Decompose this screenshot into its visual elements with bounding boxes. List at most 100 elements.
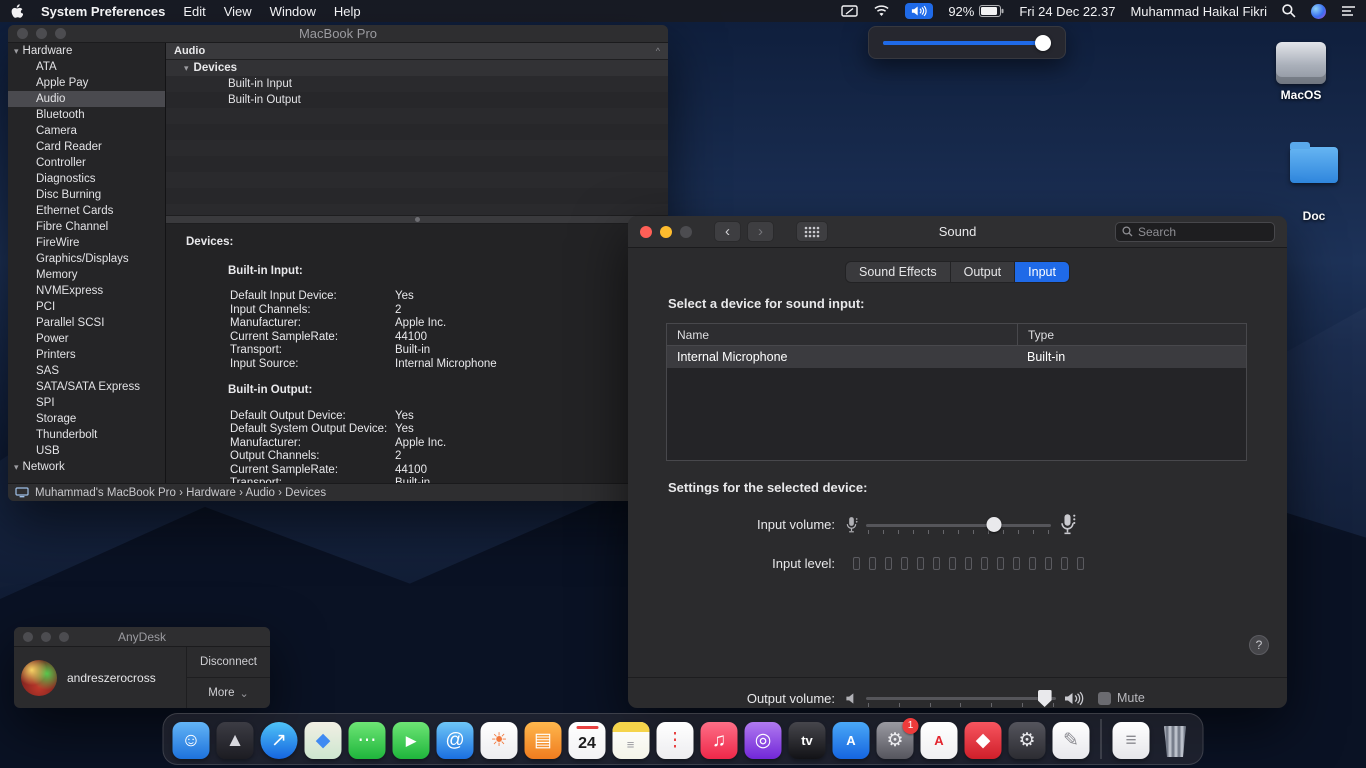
minimize-button[interactable] bbox=[36, 28, 47, 39]
menu-view[interactable]: View bbox=[224, 4, 252, 19]
sidebar-item-bluetooth[interactable]: Bluetooth bbox=[8, 107, 165, 123]
disconnect-button[interactable]: Disconnect bbox=[187, 647, 270, 678]
desktop-icon-macos-disk[interactable]: MacOS bbox=[1270, 42, 1332, 102]
minimize-button[interactable] bbox=[41, 632, 51, 642]
dock-document[interactable]: ≡ bbox=[1113, 722, 1150, 759]
dock-safari[interactable]: ↗ bbox=[261, 722, 298, 759]
dock-podcasts[interactable]: ◎ bbox=[745, 722, 782, 759]
apple-menu[interactable] bbox=[10, 4, 23, 19]
slider-knob[interactable] bbox=[1035, 35, 1051, 51]
desktop-icon-doc-folder[interactable]: Doc bbox=[1288, 147, 1340, 223]
sidebar-item-disc-burning[interactable]: Disc Burning bbox=[8, 187, 165, 203]
minimize-button[interactable] bbox=[660, 226, 672, 238]
sidebar-item-printers[interactable]: Printers bbox=[8, 347, 165, 363]
dock-maps[interactable]: ◆ bbox=[305, 722, 342, 759]
dock-facetime[interactable]: ▶ bbox=[393, 722, 430, 759]
output-volume-slider[interactable] bbox=[866, 689, 1056, 707]
dock-launchpad[interactable]: ▲ bbox=[217, 722, 254, 759]
dock-finder[interactable]: ☺ bbox=[173, 722, 210, 759]
menu-help[interactable]: Help bbox=[334, 4, 361, 19]
dock-textedit[interactable]: ✎ bbox=[1053, 722, 1090, 759]
dock-notes[interactable]: ≡ bbox=[613, 722, 650, 759]
sound-titlebar[interactable]: ‹ › Sound Search bbox=[628, 216, 1287, 248]
back-button[interactable]: ‹ bbox=[714, 221, 741, 242]
screen-sharing-menu-extra[interactable] bbox=[841, 5, 858, 18]
scroll-up-icon[interactable]: ^ bbox=[656, 46, 660, 56]
dock-photos[interactable]: ☀ bbox=[481, 722, 518, 759]
sidebar-item-apple-pay[interactable]: Apple Pay bbox=[8, 75, 165, 91]
sidebar-item-thunderbolt[interactable]: Thunderbolt bbox=[8, 427, 165, 443]
tab-input[interactable]: Input bbox=[1015, 262, 1069, 282]
zoom-button[interactable] bbox=[680, 226, 692, 238]
user-menu-extra[interactable]: Muhammad Haikal Fikri bbox=[1130, 4, 1267, 19]
zoom-button[interactable] bbox=[59, 632, 69, 642]
dock-red-app[interactable]: ◆ bbox=[965, 722, 1002, 759]
notification-center-menu-extra[interactable] bbox=[1341, 5, 1356, 17]
sidebar-item-fibre-channel[interactable]: Fibre Channel bbox=[8, 219, 165, 235]
battery-menu-extra[interactable]: 92% bbox=[948, 4, 1004, 19]
help-button[interactable]: ? bbox=[1249, 635, 1269, 655]
dock-mail[interactable]: @ bbox=[437, 722, 474, 759]
sidebar-item-graphics-displays[interactable]: Graphics/Displays bbox=[8, 251, 165, 267]
sidebar-item-ata[interactable]: ATA bbox=[8, 59, 165, 75]
search-field[interactable]: Search bbox=[1115, 222, 1275, 242]
sidebar-item-audio[interactable]: Audio bbox=[8, 91, 165, 107]
sidebar-group-network[interactable]: Network bbox=[8, 459, 165, 475]
volume-menu-extra[interactable] bbox=[905, 3, 933, 19]
sidebar-item-diagnostics[interactable]: Diagnostics bbox=[8, 171, 165, 187]
zoom-button[interactable] bbox=[55, 28, 66, 39]
anydesk-titlebar[interactable]: AnyDesk bbox=[14, 627, 270, 647]
sidebar-item-usb[interactable]: USB bbox=[8, 443, 165, 459]
table-row-internal-microphone[interactable]: Internal MicrophoneBuilt-in bbox=[667, 346, 1246, 368]
sidebar-item-ethernet-cards[interactable]: Ethernet Cards bbox=[8, 203, 165, 219]
sidebar-item-pci[interactable]: PCI bbox=[8, 299, 165, 315]
volume-hud-slider[interactable] bbox=[883, 35, 1051, 51]
sidebar-item-power[interactable]: Power bbox=[8, 331, 165, 347]
close-button[interactable] bbox=[640, 226, 652, 238]
dock-anydesk[interactable]: A bbox=[921, 722, 958, 759]
close-button[interactable] bbox=[23, 632, 33, 642]
dock-trash[interactable] bbox=[1157, 722, 1194, 759]
table-header[interactable]: Name Type bbox=[667, 324, 1246, 346]
slider-knob[interactable] bbox=[986, 517, 1001, 532]
sidebar-item-nvmexpress[interactable]: NVMExpress bbox=[8, 283, 165, 299]
sidebar-group-hardware[interactable]: Hardware bbox=[8, 43, 165, 59]
sidebar-item-parallel-scsi[interactable]: Parallel SCSI bbox=[8, 315, 165, 331]
siri-menu-extra[interactable] bbox=[1311, 4, 1326, 19]
wifi-menu-extra[interactable] bbox=[873, 5, 890, 17]
close-button[interactable] bbox=[17, 28, 28, 39]
sysinfo-titlebar[interactable]: MacBook Pro bbox=[8, 25, 668, 43]
dock-app-store[interactable]: A bbox=[833, 722, 870, 759]
spotlight-menu-extra[interactable] bbox=[1282, 4, 1296, 18]
sidebar-item-controller[interactable]: Controller bbox=[8, 155, 165, 171]
dock-tv[interactable]: tv bbox=[789, 722, 826, 759]
dock-messages[interactable]: ⋯ bbox=[349, 722, 386, 759]
dock-reminders[interactable]: ⋮ bbox=[657, 722, 694, 759]
input-volume-slider[interactable] bbox=[866, 516, 1051, 534]
sidebar-item-sas[interactable]: SAS bbox=[8, 363, 165, 379]
sidebar-item-card-reader[interactable]: Card Reader bbox=[8, 139, 165, 155]
tree-column-header[interactable]: Audio ^ bbox=[166, 43, 668, 60]
dock-books[interactable]: ▤ bbox=[525, 722, 562, 759]
sidebar-item-firewire[interactable]: FireWire bbox=[8, 235, 165, 251]
active-app-menu[interactable]: System Preferences bbox=[41, 4, 165, 19]
dock-calendar[interactable]: 24 bbox=[569, 722, 606, 759]
sidebar-item-memory[interactable]: Memory bbox=[8, 267, 165, 283]
tab-output[interactable]: Output bbox=[951, 262, 1016, 282]
mute-checkbox[interactable] bbox=[1098, 692, 1111, 705]
menu-window[interactable]: Window bbox=[270, 4, 316, 19]
tab-sound-effects[interactable]: Sound Effects bbox=[846, 262, 951, 282]
tree-row-built-in-output[interactable]: Built-in Output bbox=[166, 92, 668, 108]
more-button[interactable]: More bbox=[187, 678, 270, 708]
forward-button[interactable]: › bbox=[747, 221, 774, 242]
dock-music[interactable]: ♫ bbox=[701, 722, 738, 759]
sidebar-item-storage[interactable]: Storage bbox=[8, 411, 165, 427]
tree-row-built-in-input[interactable]: Built-in Input bbox=[166, 76, 668, 92]
sidebar-item-camera[interactable]: Camera bbox=[8, 123, 165, 139]
clock-menu-extra[interactable]: Fri 24 Dec 22.37 bbox=[1019, 4, 1115, 19]
dock-utility-app[interactable]: ⚙ bbox=[1009, 722, 1046, 759]
sidebar-item-sata-sata-express[interactable]: SATA/SATA Express bbox=[8, 379, 165, 395]
dock-system-preferences[interactable]: ⚙1 bbox=[877, 722, 914, 759]
sidebar-item-spi[interactable]: SPI bbox=[8, 395, 165, 411]
pane-splitter[interactable] bbox=[166, 215, 668, 224]
